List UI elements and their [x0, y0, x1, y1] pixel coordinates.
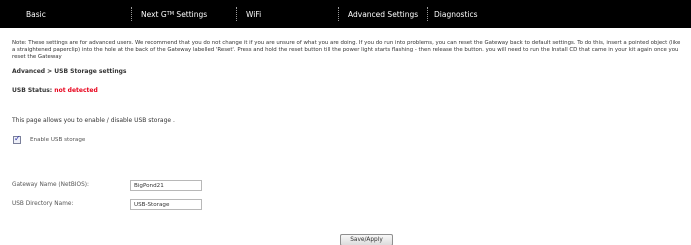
nav-tab-wifi[interactable]: WiFi	[246, 0, 261, 28]
enable-usb-row: ✓ Enable USB storage	[13, 134, 86, 144]
gateway-name-label: Gateway Name (NetBIOS):	[12, 182, 89, 188]
usb-status: USB Status: not detected	[12, 87, 98, 94]
page-description: This page allows you to enable / disable…	[12, 117, 175, 124]
nav-separator	[338, 7, 339, 21]
save-apply-button[interactable]: Save/Apply	[340, 234, 393, 245]
nav-separator	[236, 7, 237, 21]
nav-separator	[131, 7, 132, 21]
nav-tab-advanced-label: Advanced Settings	[348, 9, 419, 19]
breadcrumb: Advanced > USB Storage settings	[12, 68, 127, 75]
nav-separator	[427, 7, 428, 21]
trademark-superscript: TM	[166, 11, 175, 17]
nav-tab-wifi-label: WiFi	[246, 9, 262, 19]
top-navigation-bar: Basic Next G TM Settings WiFi Advanced Se…	[0, 0, 691, 28]
nav-tab-next-g-suffix: Settings	[174, 9, 208, 19]
nav-tab-advanced-settings[interactable]: Advanced Settings	[348, 0, 418, 28]
usb-status-label: USB Status:	[12, 87, 55, 94]
nav-tab-diagnostics[interactable]: Diagnostics	[434, 0, 478, 28]
enable-usb-label: Enable USB storage	[30, 137, 86, 143]
nav-tab-basic[interactable]: Basic	[26, 0, 46, 28]
enable-usb-checkbox[interactable]: ✓	[13, 134, 21, 144]
nav-tab-diagnostics-label: Diagnostics	[434, 9, 478, 19]
usb-storage-settings-page: Basic Next G TM Settings WiFi Advanced Se…	[0, 0, 691, 245]
usb-directory-name-input[interactable]	[130, 199, 202, 210]
checkmark-icon: ✓	[14, 134, 21, 143]
nav-tab-next-g-settings[interactable]: Next G TM Settings	[141, 0, 207, 28]
usb-status-value: not detected	[54, 87, 98, 94]
nav-tab-next-g-label: Next G	[141, 9, 167, 19]
gateway-name-input[interactable]	[130, 180, 202, 191]
usb-directory-name-label: USB Directory Name:	[12, 201, 74, 207]
nav-tab-basic-label: Basic	[26, 9, 46, 19]
advanced-users-note: Note: These settings are for advanced us…	[12, 40, 681, 61]
